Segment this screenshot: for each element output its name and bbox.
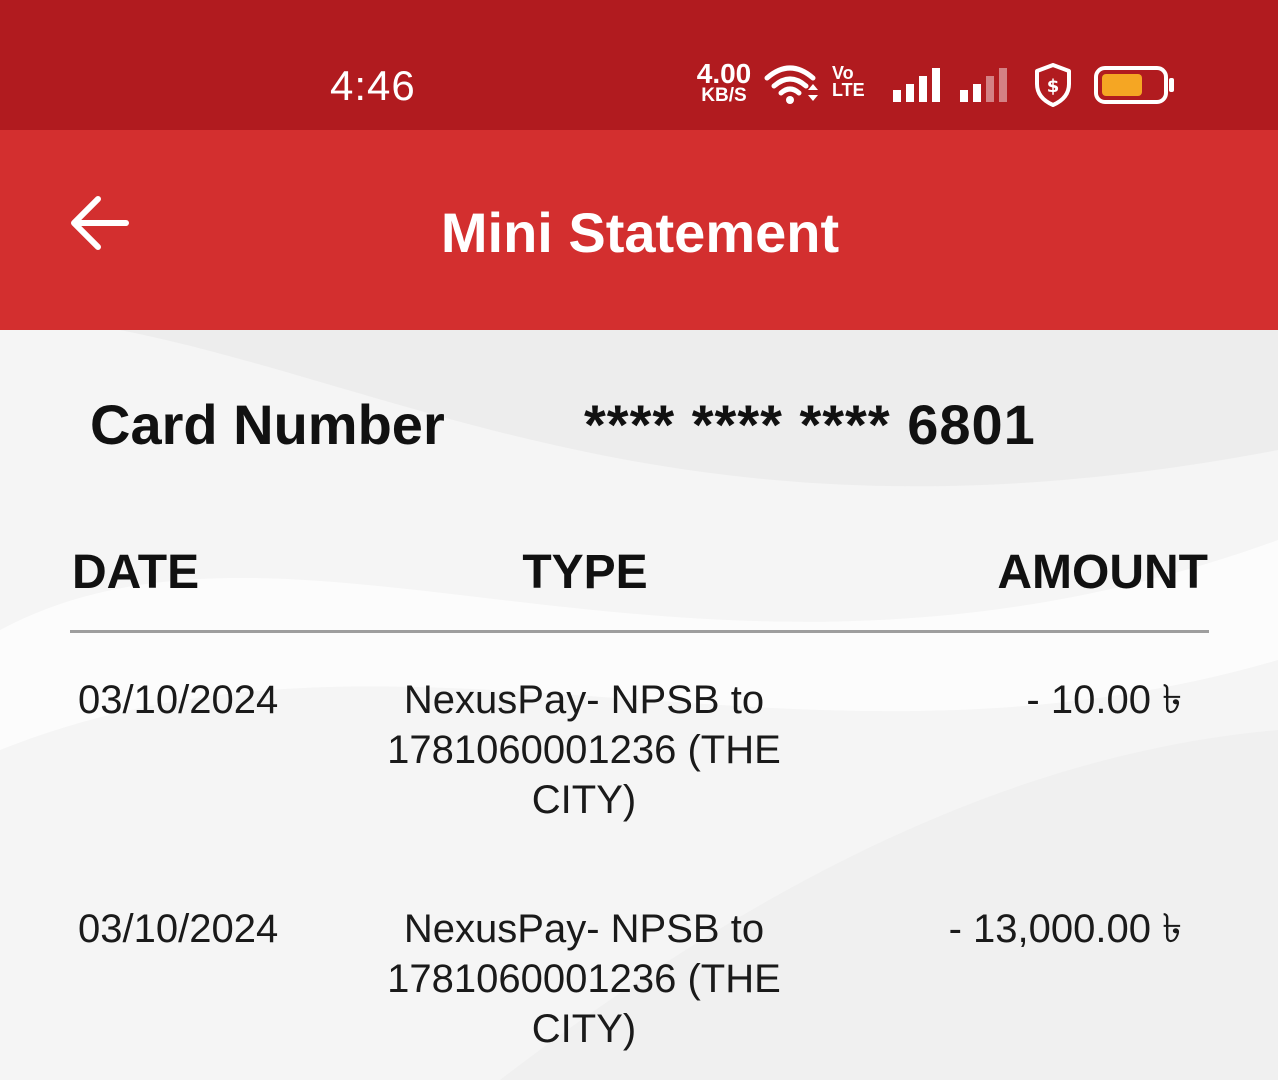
- security-shield-icon: $: [1032, 62, 1074, 113]
- status-time: 4:46: [330, 62, 416, 109]
- table-row[interactable]: 03/10/2024 NexusPay- NPSB to 17810600012…: [0, 904, 1278, 1080]
- volte-bottom-label: LTE: [832, 80, 865, 100]
- transaction-amount: - 13,000.00 ৳: [948, 907, 1182, 951]
- transaction-date: 03/10/2024: [78, 678, 279, 722]
- column-header-type: TYPE: [522, 546, 648, 599]
- network-speed: 4.00 KB/S: [692, 58, 756, 106]
- transaction-date: 03/10/2024: [78, 907, 279, 951]
- masked-card-number: **** **** **** 6801: [584, 393, 1036, 456]
- column-header-amount: AMOUNT: [997, 546, 1208, 599]
- statement-content: Card Number **** **** **** 6801 DATE TYP…: [0, 330, 1278, 1080]
- status-bar: 4:46 4.00 KB/S Vo LTE $: [0, 0, 1278, 130]
- column-header-date: DATE: [72, 546, 200, 599]
- transaction-amount: - 10.00 ৳: [1026, 678, 1182, 722]
- page-title: Mini Statement: [440, 201, 840, 264]
- app-bar: Mini Statement: [0, 130, 1278, 330]
- network-speed-unit: KB/S: [701, 85, 747, 106]
- svg-text:$: $: [1047, 76, 1060, 97]
- card-number-label: Card Number: [90, 393, 445, 456]
- table-row[interactable]: 03/10/2024 NexusPay- NPSB to 17810600012…: [0, 675, 1278, 875]
- signal-icon: [893, 66, 945, 107]
- signal-weak-icon: [960, 66, 1014, 107]
- battery-icon: [1094, 66, 1176, 109]
- transaction-type: NexusPay- NPSB to 1781060001236 (THE CIT…: [387, 678, 781, 822]
- header-divider: [70, 630, 1209, 633]
- volte-icon: Vo LTE: [832, 64, 865, 100]
- wifi-icon: [764, 62, 820, 111]
- transaction-type: NexusPay- NPSB to 1781060001236 (THE CIT…: [387, 907, 781, 1051]
- network-speed-value: 4.00: [696, 58, 752, 89]
